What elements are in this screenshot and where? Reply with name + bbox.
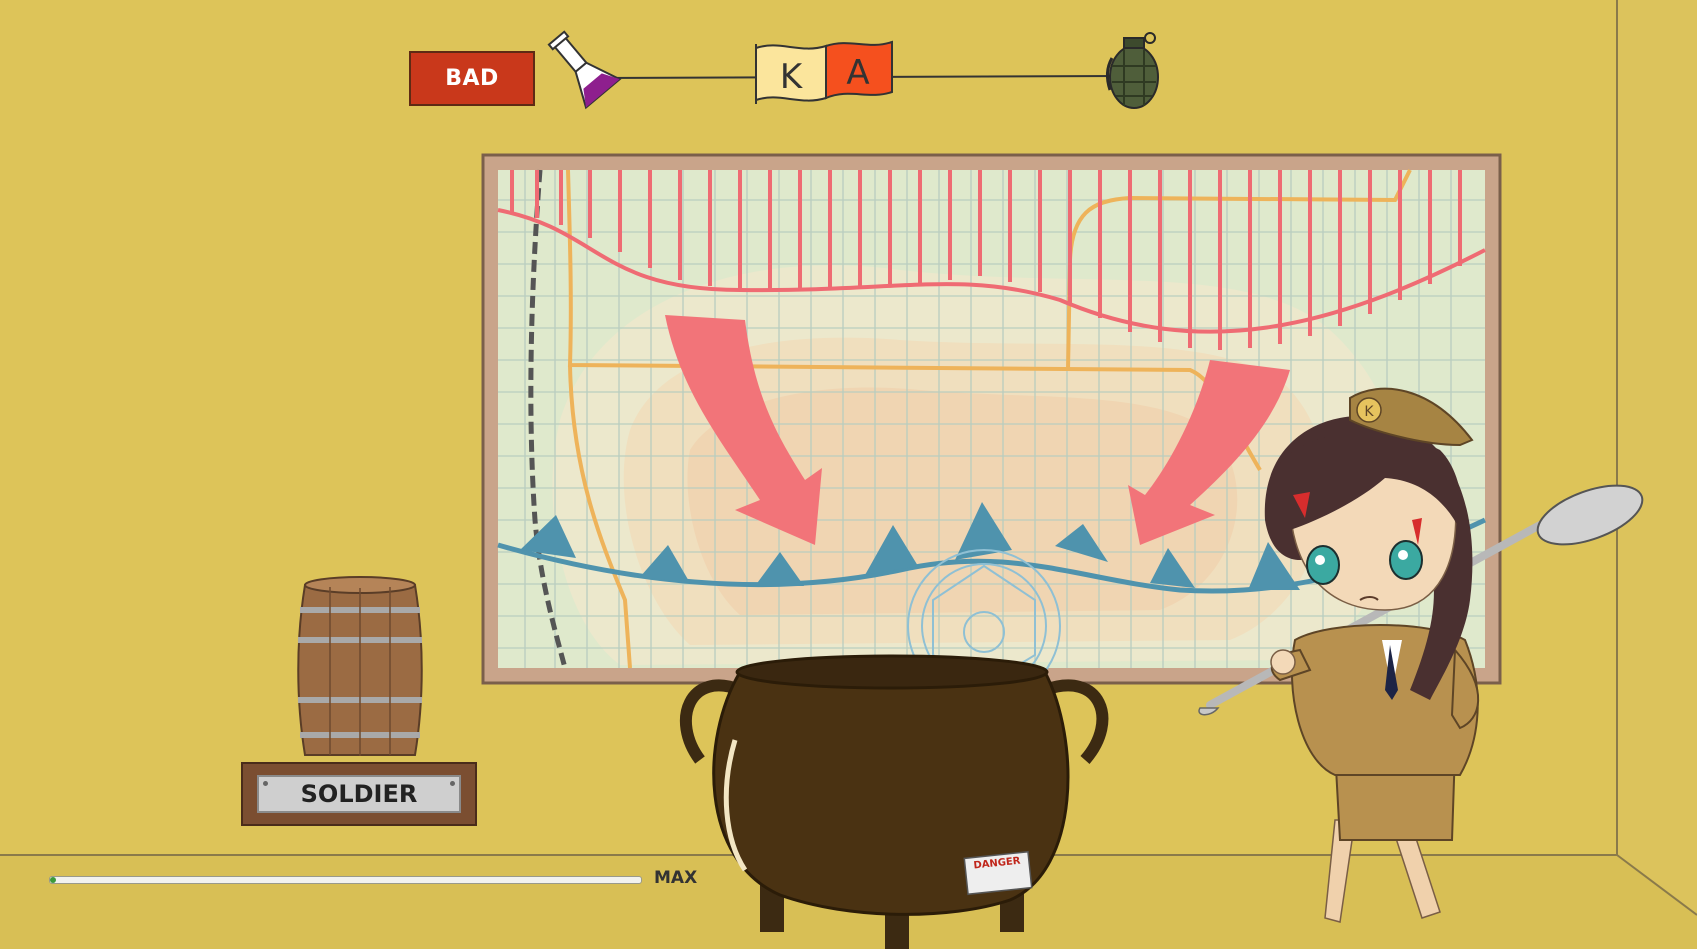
hat-badge-letter: K bbox=[1364, 404, 1374, 420]
flag-a-letter: A bbox=[846, 53, 869, 93]
flag-a-icon: A bbox=[825, 40, 893, 100]
flag-k-letter: K bbox=[780, 57, 804, 97]
flag-k-icon: K bbox=[755, 44, 827, 104]
unit-plaque: SOLDIER bbox=[241, 762, 477, 826]
barrel-icon bbox=[297, 576, 423, 756]
right-wall bbox=[1617, 0, 1697, 915]
unit-plaque-label: SOLDIER bbox=[257, 775, 461, 813]
progress-bar-fill bbox=[50, 877, 56, 883]
progress-bar bbox=[49, 876, 642, 884]
status-badge: BAD bbox=[409, 51, 535, 106]
progress-max-label: MAX bbox=[654, 868, 698, 888]
